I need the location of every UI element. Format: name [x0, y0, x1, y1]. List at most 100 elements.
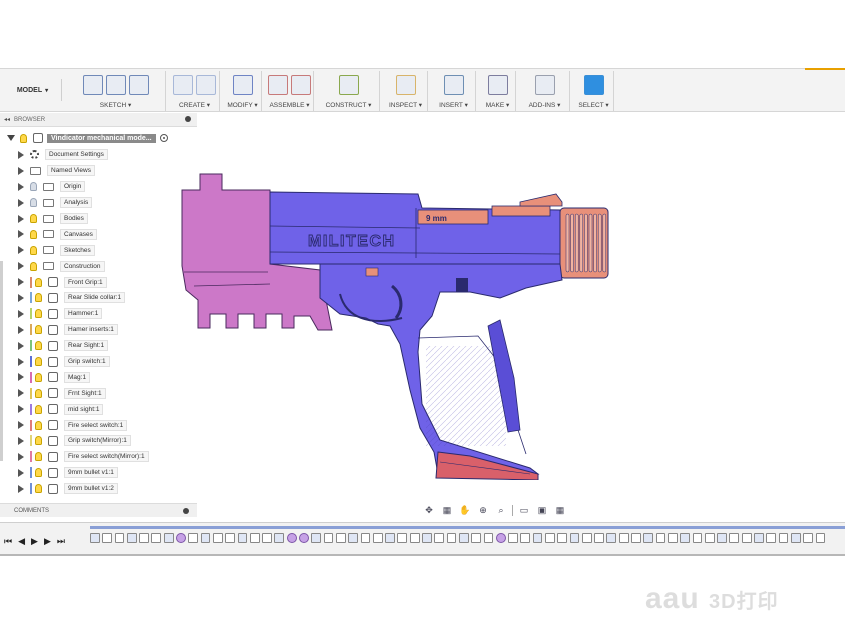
expand-triangle-icon[interactable]: [18, 309, 24, 318]
browser-item[interactable]: Construction: [0, 258, 197, 274]
toolbar-group-label[interactable]: CREATE ▾: [170, 101, 219, 109]
timeline-feature[interactable]: [200, 533, 211, 543]
expand-triangle-icon[interactable]: [18, 373, 24, 382]
timeline-feature[interactable]: [766, 533, 777, 543]
browser-item[interactable]: Named Views: [0, 163, 197, 179]
step-back-icon[interactable]: ◀: [18, 536, 25, 547]
pin-icon[interactable]: [185, 116, 191, 122]
timeline-feature[interactable]: [532, 533, 543, 543]
timeline-feature[interactable]: [397, 533, 408, 543]
browser-item[interactable]: Fire select switch(Mirror):1: [0, 449, 197, 465]
timeline-feature[interactable]: [299, 533, 309, 543]
timeline-feature[interactable]: [717, 533, 727, 543]
zoom-window-icon[interactable]: ⌕: [494, 505, 508, 517]
timeline-feature[interactable]: [335, 533, 346, 543]
insert-image-icon[interactable]: [443, 75, 464, 95]
timeline-feature[interactable]: [606, 533, 617, 543]
browser-item[interactable]: Hammer:1: [0, 306, 197, 322]
timeline-feature[interactable]: [544, 533, 555, 543]
measure-icon[interactable]: [395, 75, 416, 95]
comments-panel[interactable]: COMMENTS: [0, 503, 197, 517]
timeline-feature[interactable]: [249, 533, 260, 543]
expand-triangle-icon[interactable]: [18, 484, 24, 493]
browser-item[interactable]: Analysis: [0, 195, 197, 211]
timeline-feature[interactable]: [274, 533, 285, 543]
timeline-feature[interactable]: [754, 533, 764, 543]
rectangle-icon[interactable]: [128, 75, 149, 95]
expand-triangle-icon[interactable]: [18, 452, 24, 461]
expand-triangle-icon[interactable]: [18, 278, 24, 287]
browser-item[interactable]: Mag:1: [0, 369, 197, 385]
expand-triangle-icon[interactable]: [18, 166, 24, 175]
timeline-feature[interactable]: [729, 533, 740, 543]
visibility-bulb-icon[interactable]: [35, 293, 42, 303]
activate-radio-icon[interactable]: [159, 134, 168, 142]
toolbar-group-label[interactable]: MAKE ▾: [480, 101, 515, 109]
expand-triangle-icon[interactable]: [18, 293, 24, 302]
expand-triangle-icon[interactable]: [18, 214, 24, 223]
visibility-bulb-icon[interactable]: [35, 468, 42, 478]
timeline-feature[interactable]: [434, 533, 445, 543]
timeline-feature[interactable]: [803, 533, 814, 543]
browser-item[interactable]: Rear Slide collar:1: [0, 290, 197, 306]
joint-icon[interactable]: [291, 75, 311, 95]
visibility-bulb-icon[interactable]: [30, 182, 37, 192]
expand-triangle-icon[interactable]: [18, 389, 24, 398]
timeline-feature[interactable]: [618, 533, 629, 543]
visual-style-icon[interactable]: ▣: [535, 505, 549, 517]
new-component-icon[interactable]: [268, 75, 288, 95]
timeline-feature[interactable]: [348, 533, 359, 543]
toolbar-group-label[interactable]: SKETCH ▾: [66, 101, 165, 109]
timeline-feature[interactable]: [422, 533, 432, 543]
play-icon[interactable]: ▶: [31, 536, 38, 547]
timeline-feature[interactable]: [237, 533, 248, 543]
timeline-feature[interactable]: [90, 533, 100, 543]
toolbar-group-insert[interactable]: INSERT ▾: [432, 71, 476, 111]
toolbar-group-inspect[interactable]: INSPECT ▾: [384, 71, 428, 111]
browser-item[interactable]: Grip switch(Mirror):1: [0, 433, 197, 449]
timeline-marker[interactable]: [90, 526, 845, 529]
toolbar-group-construct[interactable]: CONSTRUCT ▾: [318, 71, 380, 111]
timeline-feature[interactable]: [458, 533, 469, 543]
browser-item[interactable]: Grip switch:1: [0, 354, 197, 370]
visibility-bulb-icon[interactable]: [35, 452, 42, 462]
offset-plane-icon[interactable]: [338, 75, 359, 95]
line-icon[interactable]: [105, 75, 126, 95]
timeline-feature[interactable]: [557, 533, 568, 543]
timeline-feature[interactable]: [286, 533, 297, 543]
press-pull-icon[interactable]: [232, 75, 253, 95]
form-icon[interactable]: [196, 75, 216, 95]
zoom-icon[interactable]: ⊕: [476, 505, 490, 517]
expand-triangle-icon[interactable]: [18, 357, 24, 366]
expand-triangle-icon[interactable]: [18, 436, 24, 445]
timeline-feature[interactable]: [815, 533, 826, 543]
step-forward-icon[interactable]: ▶: [44, 536, 51, 547]
timeline-feature[interactable]: [655, 533, 666, 543]
expand-triangle-icon[interactable]: [18, 468, 24, 477]
timeline-feature[interactable]: [520, 533, 531, 543]
expand-triangle-icon[interactable]: [18, 182, 24, 191]
timeline-feature[interactable]: [323, 533, 334, 543]
3d-print-icon[interactable]: [487, 75, 508, 95]
browser-item[interactable]: Document Settings: [0, 147, 197, 163]
expand-triangle-icon[interactable]: [18, 150, 24, 159]
scripts-icon[interactable]: [534, 75, 555, 95]
timeline-track[interactable]: [90, 526, 845, 554]
extrude-icon[interactable]: [173, 75, 193, 95]
visibility-bulb-icon[interactable]: [20, 133, 27, 143]
timeline-feature[interactable]: [790, 533, 801, 543]
expand-triangle-icon[interactable]: [18, 325, 24, 334]
timeline-feature[interactable]: [372, 533, 383, 543]
timeline-feature[interactable]: [778, 533, 789, 543]
timeline-feature[interactable]: [667, 533, 678, 543]
toolbar-group-modify[interactable]: MODIFY ▾: [224, 71, 262, 111]
visibility-bulb-icon[interactable]: [35, 404, 42, 414]
model-viewport[interactable]: MILITECH 9 mm: [170, 168, 620, 480]
timeline-feature[interactable]: [151, 533, 162, 543]
browser-item[interactable]: mid sight:1: [0, 401, 197, 417]
timeline-feature[interactable]: [212, 533, 223, 543]
timeline-feature[interactable]: [471, 533, 481, 543]
timeline-feature[interactable]: [643, 533, 654, 543]
expand-triangle-icon[interactable]: [18, 262, 24, 271]
toolbar-group-make[interactable]: MAKE ▾: [480, 71, 516, 111]
